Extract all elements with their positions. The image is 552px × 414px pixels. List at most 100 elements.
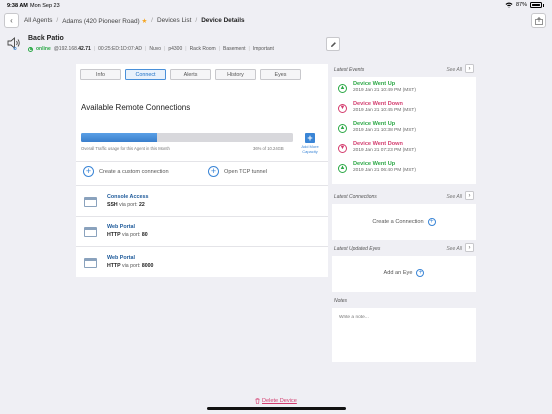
chevron-right-icon[interactable]: › <box>465 243 474 252</box>
tab-alerts[interactable]: Alerts <box>170 69 211 80</box>
event-item[interactable]: ▼ Device Went Down 2019 Jan 21 07:23 PM … <box>338 141 416 153</box>
latest-events-title: Latest Events <box>334 67 365 73</box>
event-text: Device Went Down 2019 Jan 21 07:23 PM (M… <box>353 141 416 153</box>
divider <box>76 161 328 162</box>
divider <box>76 216 328 217</box>
connection-via: via port: <box>122 232 141 238</box>
meta-separator: | <box>164 46 166 52</box>
tab-history[interactable]: History <box>215 69 256 80</box>
connection-item[interactable]: Web Portal HTTP via port: 80 <box>84 224 148 238</box>
connection-item[interactable]: Console Access SSH via port: 22 <box>84 194 148 208</box>
event-title: Device Went Up <box>353 121 396 127</box>
chevron-right-icon[interactable]: › <box>465 191 474 200</box>
add-capacity-button[interactable]: + Add More Capacity <box>298 133 322 154</box>
home-indicator[interactable] <box>207 407 346 410</box>
delete-device-button[interactable]: Delete Device <box>255 398 297 404</box>
latest-events-list: ▲ Device Went Up 2019 Jan 21 10:49 PM (M… <box>332 77 476 184</box>
ip-address: @192.168.42.71 <box>54 46 91 52</box>
breadcrumb: All Agents / Adams (420 Pioneer Road) ★ … <box>24 17 245 25</box>
latest-connections-header: Latest Connections See All › <box>332 191 476 203</box>
latest-connections-see-all[interactable]: See All <box>446 194 462 200</box>
divider <box>76 185 328 186</box>
tab-info[interactable]: Info <box>80 69 121 80</box>
latest-eyes-header: Latest Updated Eyes See All › <box>332 243 476 255</box>
event-item[interactable]: ▲ Device Went Up 2019 Jan 21 10:38 PM (M… <box>338 121 416 133</box>
navigation-bar: ‹ All Agents / Adams (420 Pioneer Road) … <box>0 12 552 30</box>
event-time: 2019 Jan 21 10:49 PM (MST) <box>353 88 416 93</box>
tab-connect[interactable]: Connect <box>125 69 166 80</box>
connection-via: via port: <box>119 202 138 208</box>
connections-panel: Info Connect Alerts History Eyes Availab… <box>76 64 328 277</box>
meta-separator: | <box>248 46 250 52</box>
meta-separator: | <box>185 46 187 52</box>
connection-protocol: SSH <box>107 202 118 208</box>
latest-events-header: Latest Events See All › <box>332 64 476 76</box>
usage-value: 36% of 10.24GB <box>253 146 284 151</box>
edit-button[interactable] <box>326 37 340 51</box>
connection-port: 80 <box>141 232 148 238</box>
create-custom-connection-label: Create a custom connection <box>99 168 169 175</box>
breadcrumb-devices-list[interactable]: Devices List <box>157 17 191 25</box>
online-status-icon <box>28 46 33 52</box>
usage-progress-fill <box>81 133 158 142</box>
terminal-icon <box>84 197 97 207</box>
plus-circle-icon: + <box>208 166 219 177</box>
connection-protocol: HTTP <box>107 232 121 238</box>
latest-connections-title: Latest Connections <box>334 194 377 200</box>
trash-icon <box>255 398 260 404</box>
connection-via: via port: <box>122 263 141 269</box>
event-text: Device Went Up 2019 Jan 21 06:40 PM (MST… <box>353 161 416 173</box>
delete-device-label: Delete Device <box>262 398 297 404</box>
connection-item[interactable]: Web Portal HTTP via port: 8000 <box>84 255 153 269</box>
connection-detail: HTTP via port: 80 <box>107 232 148 238</box>
tab-bar: Info Connect Alerts History Eyes <box>80 69 301 80</box>
pencil-icon <box>330 41 336 47</box>
notes-box <box>332 308 476 362</box>
breadcrumb-agent[interactable]: Adams (420 Pioneer Road) ★ <box>62 17 147 25</box>
event-title: Device Went Down <box>353 141 403 147</box>
connection-name: Console Access <box>107 194 149 200</box>
status-bar: 9:38 AM Mon Sep 23 87% <box>0 0 552 12</box>
create-connection-button[interactable]: Create a Connection + <box>332 218 476 226</box>
notes-header: Notes <box>332 295 476 307</box>
latest-eyes-see-all[interactable]: See All <box>446 246 462 252</box>
plus-icon: + <box>305 133 315 143</box>
device-tag: p4300 <box>168 46 183 52</box>
create-custom-connection-button[interactable]: + Create a custom connection <box>83 166 169 177</box>
breadcrumb-device-details: Device Details <box>201 17 245 24</box>
arrow-up-icon: ▲ <box>338 164 347 173</box>
chevron-right-icon[interactable]: › <box>465 64 474 73</box>
event-title: Device Went Up <box>353 161 396 167</box>
event-text: Device Went Up 2019 Jan 21 10:38 PM (MST… <box>353 121 416 133</box>
section-title: Available Remote Connections <box>81 103 191 112</box>
add-eye-button[interactable]: Add an Eye + <box>332 269 476 277</box>
event-item[interactable]: ▼ Device Went Down 2019 Jan 21 10:45 PM … <box>338 101 416 113</box>
arrow-down-icon: ▼ <box>338 144 347 153</box>
breadcrumb-all-agents[interactable]: All Agents <box>24 17 52 25</box>
usage-progress-bar <box>81 133 293 142</box>
connection-port: 22 <box>139 202 145 208</box>
connection-name: Web Portal <box>107 255 136 261</box>
browser-icon <box>84 258 97 268</box>
battery-icon <box>530 2 542 8</box>
status-date: Mon Sep 23 <box>30 3 60 9</box>
event-time: 2019 Jan 21 10:38 PM (MST) <box>353 128 416 133</box>
connection-text: Web Portal HTTP via port: 8000 <box>107 255 153 269</box>
notes-input[interactable] <box>339 315 469 320</box>
arrow-up-icon: ▲ <box>338 124 347 133</box>
share-icon <box>534 16 543 25</box>
device-header: Back Patio online @192.168.42.71 | 00:25… <box>0 31 552 59</box>
ip-suffix: 42.71 <box>78 46 91 52</box>
arrow-down-icon: ▼ <box>338 104 347 113</box>
share-button[interactable] <box>531 13 546 28</box>
event-item[interactable]: ▲ Device Went Up 2019 Jan 21 06:40 PM (M… <box>338 161 416 173</box>
back-button[interactable]: ‹ <box>4 13 19 28</box>
event-item[interactable]: ▲ Device Went Up 2019 Jan 21 10:49 PM (M… <box>338 81 416 93</box>
open-tcp-tunnel-label: Open TCP tunnel <box>224 168 268 175</box>
plus-circle-icon: + <box>416 269 425 277</box>
open-tcp-tunnel-button[interactable]: + Open TCP tunnel <box>208 166 267 177</box>
latest-events-see-all[interactable]: See All <box>446 67 462 73</box>
tab-eyes[interactable]: Eyes <box>260 69 301 80</box>
add-capacity-label: Add More Capacity <box>301 144 319 154</box>
latest-eyes-title: Latest Updated Eyes <box>334 246 381 252</box>
